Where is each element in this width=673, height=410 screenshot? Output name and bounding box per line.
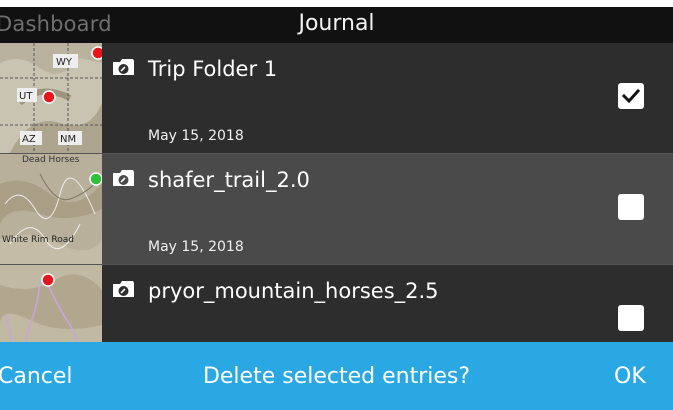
checkmark-icon [621,88,641,104]
journal-entry-row[interactable]: pryor_mountain_horses_2.5 [0,265,673,342]
entry-date: May 15, 2018 [148,239,244,255]
cancel-button[interactable]: Cancel [0,364,73,389]
journal-list[interactable]: WY UT AZ NM Trip Folder 1 May 15, 2018 D… [0,43,673,342]
folder-icon [113,59,134,75]
entry-title: Trip Folder 1 [148,57,278,81]
folder-icon [113,281,134,297]
folder-icon [113,170,134,186]
road-label: White Rim Road [2,235,74,245]
journal-entry-row[interactable]: Dead Horses White Rim Road shafer_trail_… [0,154,673,265]
map-thumbnail: Dead Horses White Rim Road [0,154,102,264]
state-label-wy: WY [56,57,73,68]
page-title: Journal [298,11,375,36]
state-label-ut: UT [19,91,33,102]
entry-checkbox[interactable] [618,194,644,220]
entry-checkbox[interactable] [618,305,644,331]
map-marker [41,273,55,287]
state-label-nm: NM [60,134,76,145]
app-header: Dashboard Journal [0,7,673,43]
place-label: Dead Horses [22,155,80,165]
map-marker [42,90,56,104]
map-marker [91,46,102,60]
entry-date: May 15, 2018 [148,128,244,144]
entry-title: pryor_mountain_horses_2.5 [148,279,439,303]
delete-confirm-bar: Delete selected entries? Cancel OK [0,342,673,410]
map-thumbnail [0,265,102,342]
entry-title: shafer_trail_2.0 [148,168,310,192]
map-thumbnail: WY UT AZ NM [0,43,102,153]
ok-button[interactable]: OK [614,364,646,389]
journal-entry-row[interactable]: WY UT AZ NM Trip Folder 1 May 15, 2018 [0,43,673,154]
entry-checkbox[interactable] [618,83,644,109]
map-marker [89,172,102,186]
state-label-az: AZ [22,134,36,145]
delete-prompt: Delete selected entries? [202,364,471,389]
top-border [0,0,673,7]
